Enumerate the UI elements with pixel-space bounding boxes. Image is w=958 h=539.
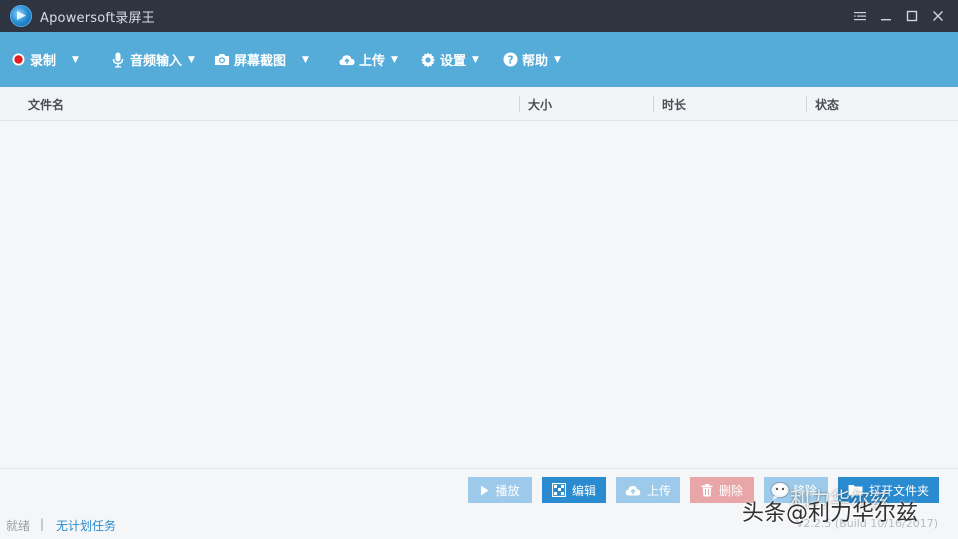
cloud-upload-icon <box>625 485 641 496</box>
microphone-icon <box>110 52 126 68</box>
delete-label: 删除 <box>718 483 743 498</box>
play-icon <box>480 485 489 496</box>
help-icon: ? <box>502 52 518 68</box>
record-button[interactable]: 录制 <box>10 32 56 87</box>
window-title: Apowersoft录屏王 <box>40 10 155 26</box>
audio-input-button[interactable]: 音频输入 ▼ <box>110 32 195 87</box>
cloud-upload-icon <box>339 52 355 68</box>
gear-icon <box>420 52 436 68</box>
status-separator: | <box>40 517 45 531</box>
maximize-button[interactable] <box>900 4 924 28</box>
bottom-divider <box>0 468 958 469</box>
play-button[interactable]: 播放 <box>468 477 532 503</box>
folder-icon <box>848 484 863 496</box>
scheduled-task-link[interactable]: 无计划任务 <box>56 517 116 534</box>
record-label: 录制 <box>30 54 57 69</box>
close-button[interactable] <box>926 4 950 28</box>
status-text: 就绪 <box>6 519 31 533</box>
open-folder-label: 打开文件夹 <box>868 483 929 498</box>
trash-icon <box>701 483 713 497</box>
screenshot-label: 屏幕截图 <box>234 54 287 69</box>
screenshot-button[interactable]: 屏幕截图 <box>214 32 286 87</box>
app-window: Apowersoft录屏王 录制 ▼ 音频输入 ▼ 屏幕截图 ▼ 上传 ▼ 设置… <box>0 0 958 539</box>
app-logo-icon <box>10 5 32 27</box>
file-table-header: 文件名 大小 时长 状态 <box>0 87 958 121</box>
help-button[interactable]: ? 帮助 ▼ <box>502 32 561 87</box>
svg-text:?: ? <box>507 54 513 66</box>
edit-label: 编辑 <box>571 483 596 498</box>
upload-button[interactable]: 上传 <box>616 477 680 503</box>
status-bar: 就绪 | 无计划任务 V2.2.5 (Build 10/16/2017) <box>0 512 958 539</box>
title-bar: Apowersoft录屏王 <box>0 0 958 32</box>
window-controls <box>848 0 950 32</box>
upload-chevron-down-icon: ▼ <box>391 54 398 65</box>
minimize-button[interactable] <box>874 4 898 28</box>
audio-input-chevron-down-icon: ▼ <box>188 54 195 65</box>
remove-button[interactable]: 移除 <box>764 477 828 503</box>
delete-button[interactable]: 删除 <box>690 477 754 503</box>
remove-label: 移除 <box>792 483 817 498</box>
audio-input-label: 音频输入 <box>130 54 183 69</box>
remove-icon <box>775 484 787 496</box>
column-divider[interactable] <box>653 96 654 112</box>
column-header-status[interactable]: 状态 <box>815 87 839 121</box>
settings-label: 设置 <box>440 54 467 69</box>
upload-label: 上传 <box>646 483 671 498</box>
upload-menu-label: 上传 <box>359 54 386 69</box>
help-label: 帮助 <box>522 54 549 69</box>
column-header-size[interactable]: 大小 <box>528 87 552 121</box>
version-label: V2.2.5 (Build 10/16/2017) <box>795 517 938 530</box>
column-header-filename[interactable]: 文件名 <box>28 87 64 121</box>
menu-icon[interactable] <box>848 4 872 28</box>
edit-grid-icon <box>551 483 566 497</box>
screenshot-dropdown-chevron-down-icon[interactable]: ▼ <box>302 32 309 87</box>
settings-button[interactable]: 设置 ▼ <box>420 32 479 87</box>
column-header-duration[interactable]: 时长 <box>662 87 686 121</box>
help-chevron-down-icon: ▼ <box>554 54 561 65</box>
column-divider[interactable] <box>519 96 520 112</box>
upload-menu-button[interactable]: 上传 ▼ <box>339 32 398 87</box>
file-list[interactable] <box>0 121 958 468</box>
settings-chevron-down-icon: ▼ <box>472 54 479 65</box>
edit-button[interactable]: 编辑 <box>542 477 606 503</box>
record-dropdown-chevron-down-icon[interactable]: ▼ <box>72 32 79 87</box>
camera-icon <box>214 52 230 68</box>
play-label: 播放 <box>495 483 520 498</box>
record-icon <box>10 52 26 68</box>
column-divider[interactable] <box>806 96 807 112</box>
open-folder-button[interactable]: 打开文件夹 <box>838 477 939 503</box>
main-toolbar: 录制 ▼ 音频输入 ▼ 屏幕截图 ▼ 上传 ▼ 设置 ▼ ? 帮助 ▼ <box>0 32 958 87</box>
